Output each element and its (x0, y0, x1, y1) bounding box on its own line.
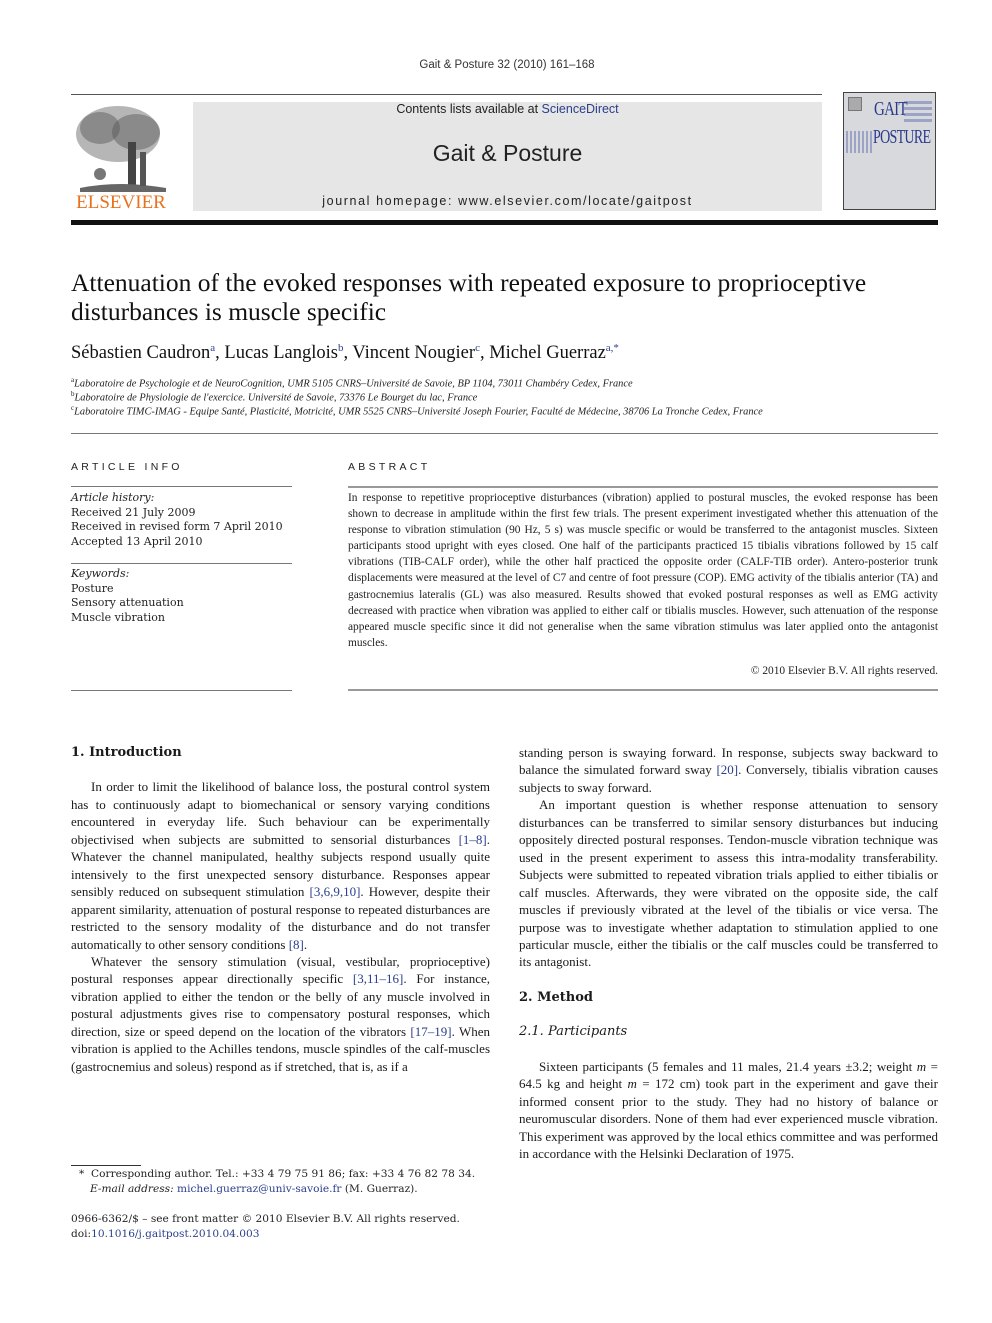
affiliation: bLaboratoire de Physiologie de l'exercic… (71, 390, 951, 403)
citation-link[interactable]: [17–19] (410, 1024, 451, 1039)
history-item: Received in revised form 7 April 2010 (71, 520, 283, 533)
email-label: E-mail address: (90, 1182, 174, 1195)
elsevier-logo[interactable]: ELSEVIER (70, 102, 172, 214)
email-link[interactable]: michel.guerraz@univ-savoie.fr (177, 1183, 341, 1195)
journal-homepage[interactable]: journal homepage: www.elsevier.com/locat… (193, 194, 822, 208)
cover-title-bottom: POSTURE (873, 126, 931, 148)
section-heading-introduction: 1. Introduction (71, 745, 182, 760)
keyword: Sensory attenuation (71, 596, 184, 609)
section-heading-method: 2. Method (519, 989, 593, 1005)
keyword: Muscle vibration (71, 610, 165, 624)
running-head: Gait & Posture 32 (2010) 161–168 (419, 59, 595, 71)
contents-prefix: Contents lists available at (396, 102, 542, 116)
header-rule (71, 94, 822, 95)
corresponding-text: Corresponding author. Tel.: +33 4 79 75 … (91, 1168, 476, 1180)
front-matter: 0966-6362/$ – see front matter © 2010 El… (71, 1212, 501, 1241)
paragraph-text: An important question is whether respons… (519, 797, 938, 970)
affil-text: Laboratoire de Psychologie et de NeuroCo… (74, 378, 633, 390)
subsection-heading-participants: 2.1. Participants (519, 1024, 628, 1040)
paragraph: Sixteen participants (5 females and 11 m… (519, 1058, 938, 1163)
corresponding-footnote: * Corresponding author. Tel.: +33 4 79 7… (71, 1167, 501, 1196)
doi-link[interactable]: 10.1016/j.gaitpost.2010.04.003 (91, 1228, 259, 1240)
footnote-rule (71, 1165, 141, 1166)
author-affil-sup[interactable]: c (475, 342, 480, 354)
author-affil-sup[interactable]: a,* (606, 342, 619, 354)
abstract-text: In response to repetitive proprioceptive… (348, 492, 938, 649)
affil-text: Laboratoire de Physiologie de l'exercice… (74, 392, 478, 404)
author-name[interactable]: Lucas Langlois (224, 343, 338, 363)
author-name[interactable]: Vincent Nougier (352, 343, 475, 363)
cover-publisher-icon (848, 97, 862, 111)
issn-line: 0966-6362/$ – see front matter © 2010 El… (71, 1213, 460, 1225)
citation-link[interactable]: [3,6,9,10] (310, 884, 361, 899)
body-left-column: 1. Introduction In order to limit the li… (71, 744, 490, 1075)
author-name[interactable]: Sébastien Caudron (71, 343, 210, 363)
paragraph: Whatever the sensory stimulation (visual… (71, 953, 490, 1075)
divider (348, 486, 938, 488)
affiliation: cLaboratoire TIMC-IMAG - Equipe Santé, P… (71, 404, 951, 417)
italic-text: m (627, 1076, 637, 1092)
doi-prefix: doi: (71, 1227, 92, 1240)
asterisk-icon: * (79, 1168, 92, 1180)
divider (71, 690, 292, 691)
journal-name: Gait & Posture (432, 140, 583, 166)
journal-cover[interactable]: GAIT POSTURE (843, 92, 936, 210)
citation-link[interactable]: [8] (289, 937, 304, 952)
paragraph-text: In order to limit the likelihood of bala… (71, 779, 490, 847)
paragraph: standing person is swaying forward. In r… (519, 744, 938, 796)
article-info-heading: ARTICLE INFO (71, 461, 183, 473)
citation-link[interactable]: [20] (716, 762, 738, 777)
author-affil-sup[interactable]: b (338, 342, 344, 354)
keywords: Keywords: Posture Sensory attenuation Mu… (71, 567, 301, 625)
email-suffix: (M. Guerraz). (341, 1182, 418, 1195)
article-history: Article history: Received 21 July 2009 R… (71, 491, 301, 549)
cover-stripes (904, 101, 932, 125)
abstract-heading: ABSTRACT (348, 461, 431, 473)
affil-text: Laboratoire TIMC-IMAG - Equipe Santé, Pl… (74, 406, 763, 418)
author-list: Sébastien Caudrona, Lucas Langloisb, Vin… (71, 342, 619, 364)
italic-text: m (916, 1058, 927, 1074)
article-title: Attenuation of the evoked responses with… (71, 268, 867, 326)
citation-link[interactable]: [3,11–16] (353, 971, 403, 986)
keyword: Posture (71, 581, 114, 595)
paragraph: In order to limit the likelihood of bala… (71, 778, 490, 953)
affiliation: aLaboratoire de Psychologie et de NeuroC… (71, 376, 951, 389)
elsevier-wordmark: ELSEVIER (76, 192, 166, 213)
divider (71, 563, 292, 564)
paragraph-text: Sixteen participants (5 females and 11 m… (539, 1058, 917, 1074)
history-item: Received 21 July 2009 (71, 505, 196, 519)
paragraph: An important question is whether respons… (519, 796, 938, 971)
cover-title-top: GAIT (874, 98, 908, 120)
abstract-copyright: © 2010 Elsevier B.V. All rights reserved… (750, 665, 938, 677)
sciencedirect-link[interactable]: ScienceDirect (542, 102, 619, 116)
author-name[interactable]: Michel Guerraz (489, 343, 606, 363)
history-item: Accepted 13 April 2010 (71, 534, 203, 548)
body-right-column: standing person is swaying forward. In r… (519, 744, 938, 1163)
history-label: Article history: (71, 491, 155, 504)
cover-barcode-icon (846, 131, 872, 153)
citation-link[interactable]: [1–8] (459, 832, 487, 847)
divider (71, 486, 292, 487)
contents-line: Contents lists available at ScienceDirec… (193, 102, 822, 116)
author-affil-sup[interactable]: a (210, 342, 215, 354)
paragraph-text: . (303, 936, 308, 952)
tree-icon (76, 106, 166, 192)
header-thick-rule (71, 220, 938, 225)
divider (71, 433, 938, 434)
divider (348, 689, 938, 691)
keywords-label: Keywords: (71, 567, 130, 580)
